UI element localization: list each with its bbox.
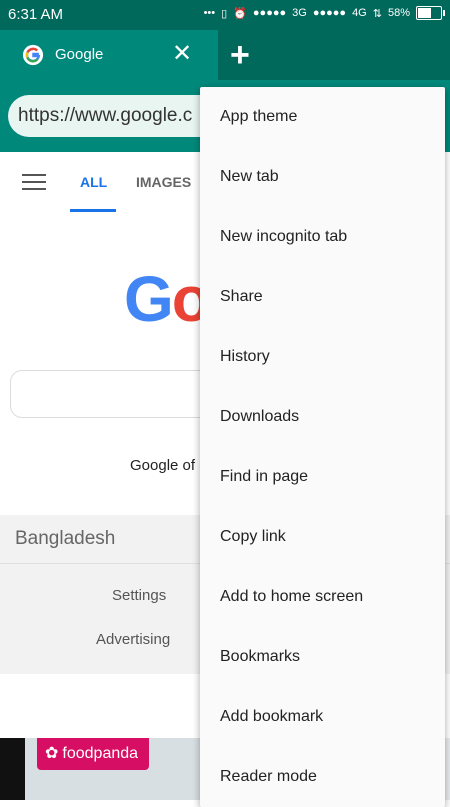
status-bar: 6:31 AM ••• ▯ ⏰ ●●●●● 3G ●●●●● 4G ⇅ 58% (0, 0, 450, 30)
close-tab-icon[interactable]: ✕ (172, 41, 192, 67)
menu-item-new-incognito-tab[interactable]: New incognito tab (220, 228, 347, 246)
wifi-icon: ⇅ (372, 7, 382, 20)
network-3g: 3G (292, 7, 307, 19)
settings-link[interactable]: Settings (112, 587, 166, 604)
country-label: Bangladesh (15, 528, 116, 549)
signal-icon: ●●●●● (252, 7, 287, 19)
menu-item-add-to-home-screen[interactable]: Add to home screen (220, 588, 363, 606)
menu-item-bookmarks[interactable]: Bookmarks (220, 648, 300, 666)
network-4g: 4G (352, 7, 367, 19)
offered-in-text: Google of (130, 457, 196, 474)
menu-item-reader-mode[interactable]: Reader mode (220, 768, 317, 786)
ad-dark-strip (0, 738, 25, 800)
tab-images[interactable]: IMAGES (136, 174, 191, 190)
alarm-icon: ⏰ (233, 7, 247, 20)
menu-item-new-tab[interactable]: New tab (220, 168, 279, 186)
panda-icon: ✿ (45, 745, 59, 762)
foodpanda-badge: ✿ foodpanda (37, 738, 149, 770)
signal-icon: ●●●●● (312, 7, 347, 19)
tab-bar: Google ✕ + (0, 30, 450, 80)
new-tab-button[interactable]: + (230, 38, 250, 72)
battery-icon (416, 6, 445, 20)
active-tab-indicator (70, 209, 116, 212)
vibrate-icon: ▯ (221, 7, 228, 20)
status-time: 6:31 AM (8, 6, 64, 23)
google-favicon-icon (22, 44, 44, 66)
battery-percent: 58% (387, 7, 410, 19)
menu-item-add-bookmark[interactable]: Add bookmark (220, 708, 323, 726)
browser-tab[interactable]: Google ✕ (0, 30, 218, 80)
menu-item-history[interactable]: History (220, 348, 270, 366)
menu-item-copy-link[interactable]: Copy link (220, 528, 286, 546)
status-icons: ••• ▯ ⏰ ●●●●● 3G ●●●●● 4G ⇅ 58% (203, 6, 445, 20)
menu-item-find-in-page[interactable]: Find in page (220, 468, 308, 486)
ad-brand: foodpanda (62, 745, 139, 762)
google-logo: Go (124, 263, 211, 335)
tab-title: Google (55, 46, 104, 63)
menu-item-share[interactable]: Share (220, 288, 263, 306)
ad-image: ✿ foodpanda (25, 738, 200, 800)
menu-item-app-theme[interactable]: App theme (220, 108, 297, 126)
tab-all[interactable]: ALL (80, 174, 107, 190)
menu-icon[interactable] (22, 174, 46, 195)
overflow-menu: App theme New tab New incognito tab Shar… (200, 87, 445, 807)
advertising-link[interactable]: Advertising (96, 631, 170, 648)
menu-item-downloads[interactable]: Downloads (220, 408, 299, 426)
dots-icon: ••• (203, 7, 216, 19)
